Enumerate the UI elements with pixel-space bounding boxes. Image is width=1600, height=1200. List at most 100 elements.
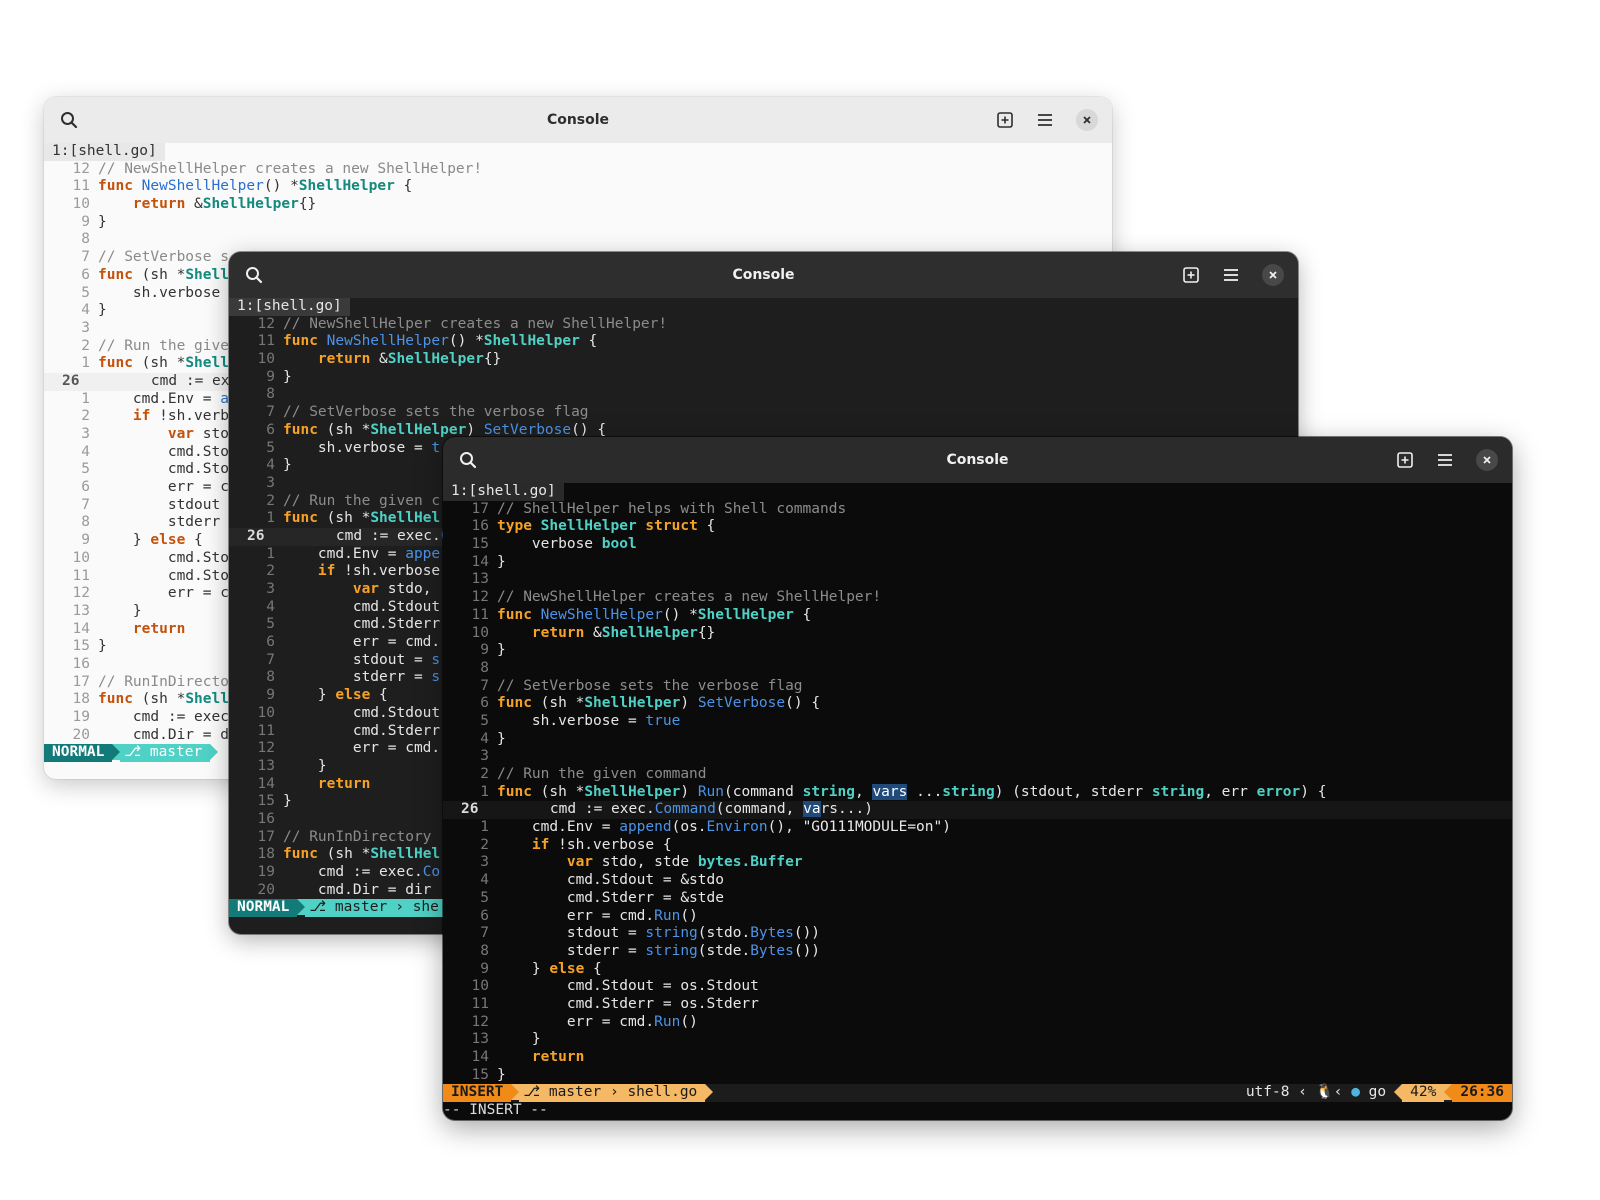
code-line[interactable]: 7 stdout = string(stdo.Bytes()) — [443, 925, 1512, 943]
code-line[interactable]: 11 func NewShellHelper() *ShellHelper { — [44, 178, 1112, 196]
line-number: 10 — [257, 704, 275, 721]
branch-name: master — [548, 1084, 602, 1101]
line-number: 8 — [480, 659, 489, 676]
statusline: INSERT ⎇ master › shell.go utf-8 ‹ 🐧‹ ● g… — [443, 1084, 1512, 1103]
code-line[interactable]: 4} — [443, 731, 1512, 749]
buffer-tab[interactable]: 1:[shell.go] — [229, 298, 350, 316]
code-text: stdout = string(stdo.Bytes()) — [497, 925, 821, 942]
code-line[interactable]: 1 func (sh *ShellHelper) Run(command stri… — [443, 783, 1512, 802]
window-title: Console — [732, 267, 795, 283]
code-line[interactable]: 9} — [443, 642, 1512, 660]
code-line[interactable]: 9 } else { — [443, 961, 1512, 979]
line-number: 9 — [480, 642, 489, 659]
code-line[interactable]: 13 } — [443, 1031, 1512, 1049]
line-number: 18 — [72, 691, 90, 708]
command-line[interactable]: -- INSERT -- — [443, 1102, 1512, 1120]
code-line[interactable]: 4 cmd.Stdout = &stdo — [443, 872, 1512, 890]
line-number: 1 — [81, 355, 90, 372]
line-number: 4 — [81, 302, 90, 319]
code-line[interactable]: 15 verbose bool — [443, 536, 1512, 554]
code-text: return — [531, 1049, 585, 1065]
line-number: 5 — [266, 439, 275, 456]
code-line[interactable]: 8 — [44, 231, 1112, 249]
terminal-area[interactable]: 1:[shell.go] 17// ShellHelper helps with… — [443, 483, 1512, 1120]
code-line[interactable]: 7 // SetVerbose sets the verbose flag — [443, 678, 1512, 696]
code-line[interactable]: 1 cmd.Env = append(os.Environ(), "GO111M… — [443, 819, 1512, 837]
code-text: // NewShellHelper creates a new ShellHel… — [497, 589, 882, 606]
code-line[interactable]: 14} — [443, 554, 1512, 572]
code-line[interactable]: 8 — [443, 660, 1512, 678]
code-view[interactable]: 17// ShellHelper helps with Shell comman… — [443, 501, 1512, 1085]
line-number: 3 — [81, 319, 90, 336]
line-number: 14 — [471, 553, 489, 570]
line-number: 12 — [257, 315, 275, 332]
close-button[interactable] — [1258, 260, 1288, 290]
code-text: // NewShellHelper creates a new ShellHel… — [98, 160, 483, 177]
code-line[interactable]: 10 return &ShellHelper{} — [443, 625, 1512, 643]
close-button[interactable] — [1072, 105, 1102, 135]
code-line[interactable]: 10 return &ShellHelper{} — [229, 351, 1298, 369]
new-tab-button[interactable] — [1390, 445, 1420, 475]
buffer-tabline: 1:[shell.go] — [44, 143, 1112, 161]
code-text: } — [98, 213, 107, 230]
buffer-tab[interactable]: 1:[shell.go] — [443, 483, 564, 501]
code-line[interactable]: 3 — [443, 748, 1512, 766]
code-line[interactable]: 8 stderr = string(stde.Bytes()) — [443, 943, 1512, 961]
code-text: // NewShellHelper creates a new ShellHel… — [283, 315, 668, 332]
line-number: 10 — [72, 549, 90, 566]
line-number: 8 — [266, 669, 275, 686]
close-button[interactable] — [1472, 445, 1502, 475]
new-tab-button[interactable] — [990, 105, 1020, 135]
line-number: 5 — [81, 461, 90, 478]
code-line[interactable]: 11 cmd.Stderr = os.Stderr — [443, 996, 1512, 1014]
buffer-tab[interactable]: 1:[shell.go] — [44, 143, 165, 161]
line-number: 14 — [72, 620, 90, 637]
line-number: 6 — [81, 266, 90, 283]
line-number: 7 — [81, 249, 90, 266]
code-line[interactable]: 6 err = cmd.Run() — [443, 908, 1512, 926]
code-line[interactable]: 12 // NewShellHelper creates a new ShellH… — [229, 316, 1298, 334]
code-line[interactable]: 12 // NewShellHelper creates a new ShellH… — [443, 589, 1512, 607]
code-line[interactable]: 7 // SetVerbose sets the verbose flag — [229, 404, 1298, 422]
line-number: 2 — [480, 836, 489, 853]
code-line[interactable]: 17 // ShellHelper helps with Shell comman… — [443, 501, 1512, 519]
code-line[interactable]: 8 — [229, 386, 1298, 404]
search-button[interactable] — [239, 260, 269, 290]
code-line[interactable]: 12 err = cmd.Run() — [443, 1014, 1512, 1032]
mode-indicator: INSERT — [443, 1084, 512, 1103]
line-number: 6 — [266, 421, 275, 438]
code-line-current[interactable]: 26 cmd := exec.Command(command, vars...) — [443, 801, 1512, 820]
code-line[interactable]: 2 // Run the given command — [443, 766, 1512, 784]
line-number: 10 — [471, 978, 489, 995]
code-line[interactable]: 11 func NewShellHelper() *ShellHelper { — [443, 607, 1512, 625]
new-tab-icon — [1183, 267, 1199, 283]
code-line[interactable]: 10 return &ShellHelper{} — [44, 196, 1112, 214]
close-icon — [1483, 456, 1491, 464]
code-line[interactable]: 16 type ShellHelper struct { — [443, 518, 1512, 536]
code-line[interactable]: 6 func (sh *ShellHelper) SetVerbose() { — [443, 695, 1512, 713]
line-number: 3 — [480, 748, 489, 765]
code-line[interactable]: 10 cmd.Stdout = os.Stdout — [443, 978, 1512, 996]
code-line[interactable]: 12 // NewShellHelper creates a new ShellH… — [44, 161, 1112, 179]
main-menu-button[interactable] — [1030, 105, 1060, 135]
line-number: 9 — [81, 532, 90, 549]
main-menu-button[interactable] — [1216, 260, 1246, 290]
code-line[interactable]: 2 if !sh.verbose { — [443, 837, 1512, 855]
search-button[interactable] — [54, 105, 84, 135]
code-line[interactable]: 11 func NewShellHelper() *ShellHelper { — [229, 333, 1298, 351]
code-line[interactable]: 5 sh.verbose = true — [443, 713, 1512, 731]
main-menu-button[interactable] — [1430, 445, 1460, 475]
code-line[interactable]: 13 — [443, 571, 1512, 589]
search-button[interactable] — [453, 445, 483, 475]
code-line[interactable]: 3 var stdo, stde bytes.Buffer — [443, 854, 1512, 872]
code-line[interactable]: 14 return — [443, 1049, 1512, 1067]
code-line[interactable]: 9} — [44, 214, 1112, 232]
code-line[interactable]: 5 cmd.Stderr = &stde — [443, 890, 1512, 908]
console-window-dark-front[interactable]: Console 1:[shell.go] 17// ShellHelper he… — [443, 437, 1512, 1120]
new-tab-button[interactable] — [1176, 260, 1206, 290]
line-number: 12 — [72, 585, 90, 602]
line-number: 18 — [257, 846, 275, 863]
code-line[interactable]: 15} — [443, 1067, 1512, 1085]
code-line[interactable]: 9} — [229, 369, 1298, 387]
cursor-position: 26:36 — [1452, 1084, 1512, 1103]
